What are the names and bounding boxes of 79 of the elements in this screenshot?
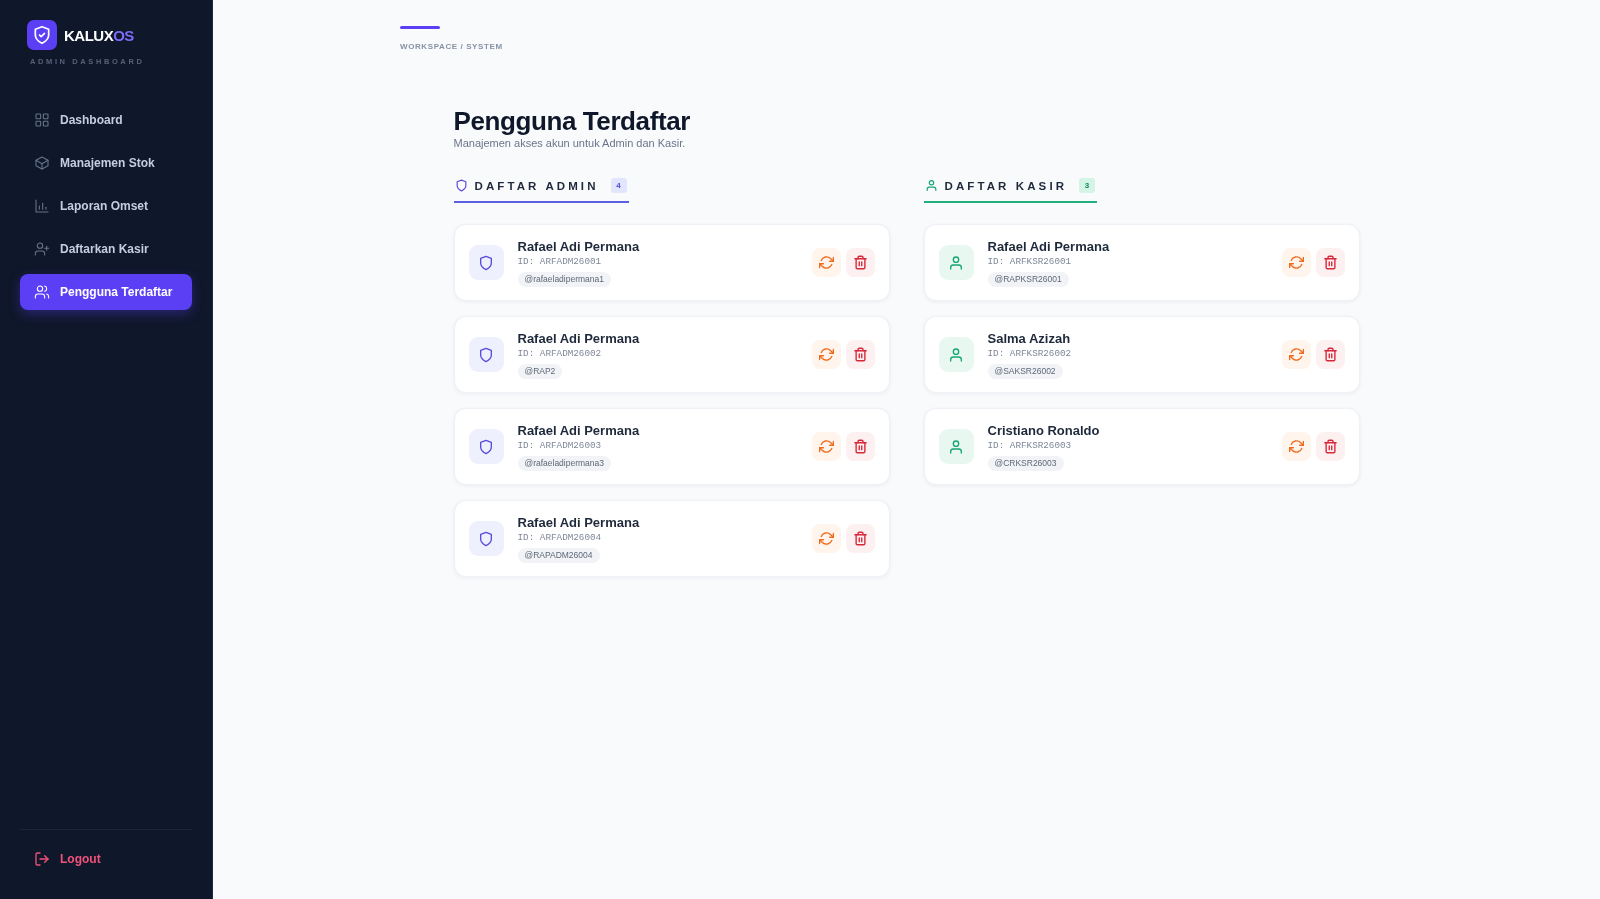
user-id: ID: ARFKSR26003 <box>987 439 1072 452</box>
refresh-icon <box>1288 347 1304 362</box>
user-id: ID: ARFKSR26002 <box>987 347 1072 360</box>
username-tag: @RAPADM26004 <box>517 547 600 563</box>
refresh-icon <box>818 255 834 270</box>
delete-button[interactable] <box>1315 340 1345 369</box>
delete-button[interactable] <box>845 248 875 277</box>
count-badge: 4 <box>610 178 627 193</box>
user-id: ID: ARFADM26003 <box>517 439 602 452</box>
shield-icon <box>468 429 504 464</box>
page-subtitle: Manajemen akses akun untuk Admin dan Kasir. <box>453 136 686 150</box>
shield-check-icon <box>27 20 57 50</box>
refresh-icon <box>1288 439 1304 454</box>
user-name: Cristiano Ronaldo <box>987 422 1100 439</box>
username-tag: @rafaeladipermana3 <box>517 455 611 471</box>
users-icon <box>34 284 50 300</box>
refresh-button[interactable] <box>811 432 841 461</box>
refresh-icon <box>818 347 834 362</box>
refresh-button[interactable] <box>1281 248 1311 277</box>
refresh-icon <box>818 439 834 454</box>
username-tag: @SAKSR26002 <box>987 363 1063 379</box>
cube-icon <box>34 155 50 171</box>
user-icon <box>938 245 974 280</box>
user-name: Rafael Adi Permana <box>517 238 640 255</box>
refresh-button[interactable] <box>811 340 841 369</box>
bar-chart-icon <box>34 198 50 214</box>
delete-button[interactable] <box>845 432 875 461</box>
user-icon <box>938 429 974 464</box>
user-id: ID: ARFKSR26001 <box>987 255 1072 268</box>
shield-icon <box>468 337 504 372</box>
refresh-icon <box>818 531 834 546</box>
trash-icon <box>1322 255 1338 270</box>
user-name: Rafael Adi Permana <box>987 238 1110 255</box>
grid-icon <box>34 112 50 128</box>
shield-icon <box>454 179 468 192</box>
brand-name: KALUXOS <box>64 26 134 44</box>
trash-icon <box>852 439 868 454</box>
trash-icon <box>852 255 868 270</box>
nav-item[interactable]: Daftarkan Kasir <box>20 231 192 267</box>
user-id: ID: ARFADM26001 <box>517 255 602 268</box>
user-plus-icon <box>34 241 50 257</box>
nav-item[interactable]: Laporan Omset <box>20 188 192 224</box>
trash-icon <box>1322 347 1338 362</box>
nav-item[interactable]: Pengguna Terdaftar <box>20 274 192 310</box>
breadcrumb: WORKSPACE / SYSTEM <box>400 42 503 51</box>
delete-button[interactable] <box>1315 248 1345 277</box>
section-title: DAFTAR ADMIN <box>474 179 599 192</box>
user-name: Rafael Adi Permana <box>517 330 640 347</box>
user-icon <box>938 337 974 372</box>
nav-item[interactable]: Manajemen Stok <box>20 145 192 181</box>
refresh-button[interactable] <box>811 524 841 553</box>
user-name: Salma Azizah <box>987 330 1071 347</box>
user-icon <box>924 179 938 192</box>
count-badge: 3 <box>1079 178 1096 193</box>
refresh-button[interactable] <box>811 248 841 277</box>
logout-link[interactable]: Logout <box>34 851 101 867</box>
username-tag: @RAP2 <box>517 363 563 379</box>
username-tag: @CRKSR26003 <box>987 455 1064 471</box>
nav-item[interactable]: Dashboard <box>20 102 192 138</box>
user-id: ID: ARFADM26002 <box>517 347 602 360</box>
trash-icon <box>852 531 868 546</box>
username-tag: @rafaeladipermana1 <box>517 271 611 287</box>
refresh-icon <box>1288 255 1304 270</box>
shield-icon <box>468 245 504 280</box>
user-name: Rafael Adi Permana <box>517 422 640 439</box>
delete-button[interactable] <box>1315 432 1345 461</box>
trash-icon <box>852 347 868 362</box>
user-name: Rafael Adi Permana <box>517 514 640 531</box>
delete-button[interactable] <box>845 524 875 553</box>
user-id: ID: ARFADM26004 <box>517 531 602 544</box>
logout-icon <box>34 851 50 867</box>
refresh-button[interactable] <box>1281 340 1311 369</box>
shield-icon <box>468 521 504 556</box>
trash-icon <box>1322 439 1338 454</box>
refresh-button[interactable] <box>1281 432 1311 461</box>
username-tag: @RAPKSR26001 <box>987 271 1069 287</box>
page-title: Pengguna Terdaftar <box>453 106 690 136</box>
section-title: DAFTAR KASIR <box>944 179 1068 192</box>
delete-button[interactable] <box>845 340 875 369</box>
